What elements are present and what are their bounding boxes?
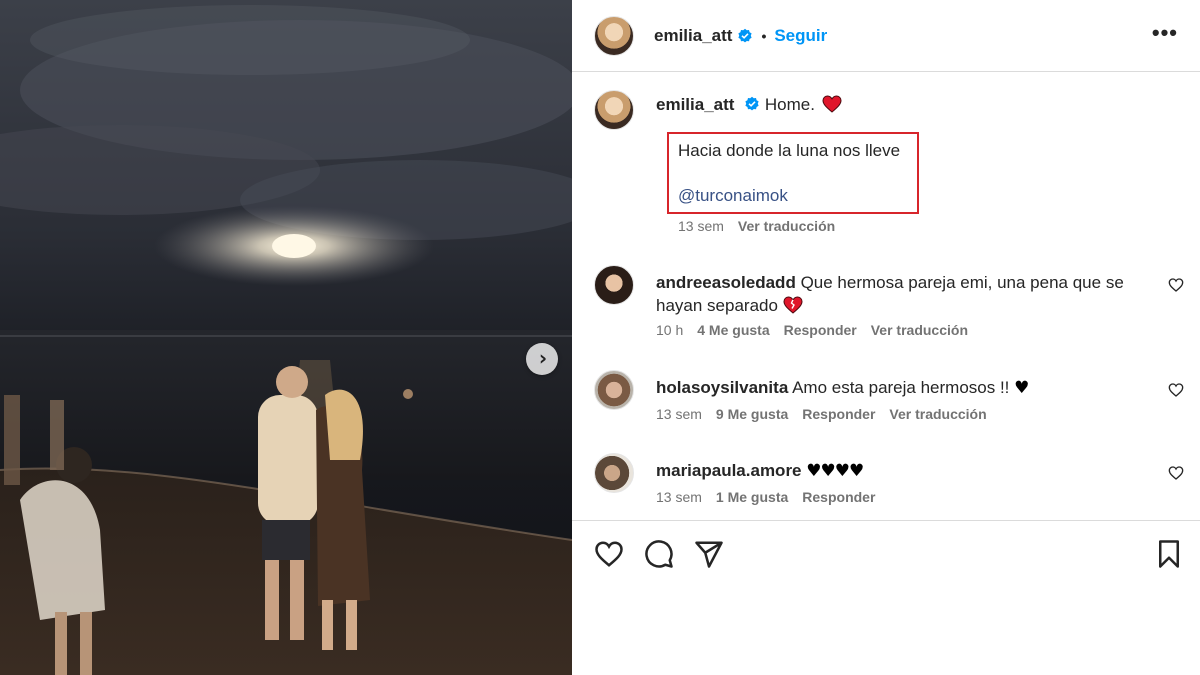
comment-like-icon[interactable]	[1168, 277, 1184, 293]
caption-text: Hacia donde la luna nos lleve	[678, 141, 901, 160]
verified-badge-icon	[745, 96, 759, 111]
comment-likes[interactable]: 9 Me gusta	[716, 406, 788, 422]
caption-author-avatar[interactable]	[594, 90, 634, 130]
post-details-panel: emilia_att • Seguir ••• emilia_att Home.	[572, 0, 1200, 675]
comment-translate-link[interactable]: Ver traducción	[889, 406, 986, 422]
comment-likes[interactable]: 1 Me gusta	[716, 489, 788, 505]
share-icon[interactable]	[694, 539, 724, 569]
comment-icon[interactable]	[644, 539, 674, 569]
post-photo[interactable]: ›	[0, 0, 572, 675]
commenter-avatar[interactable]	[594, 370, 634, 410]
comment-text: andreeasoledadd Que hermosa pareja emi, …	[656, 271, 1156, 317]
beach-night-photo	[0, 0, 572, 675]
commenter-username[interactable]: andreeasoledadd	[656, 273, 796, 292]
commenter-username[interactable]: mariapaula.amore	[656, 461, 802, 480]
caption-title: Home.	[764, 95, 815, 114]
comment-text: holasoysilvanita Amo esta pareja hermoso…	[656, 376, 1156, 400]
post-actions-bar	[594, 539, 1184, 569]
verified-badge-icon	[738, 28, 753, 42]
commenter-avatar[interactable]	[594, 265, 634, 305]
caption-username[interactable]: emilia_att	[656, 95, 734, 114]
caption-time[interactable]: 13 sem	[678, 218, 724, 234]
broken-heart-icon	[783, 296, 803, 314]
reply-button[interactable]: Responder	[802, 406, 875, 422]
comment-translate-link[interactable]: Ver traducción	[871, 322, 968, 338]
comment-like-icon[interactable]	[1168, 465, 1184, 481]
comment-like-icon[interactable]	[1168, 382, 1184, 398]
black-heart-icon: ♥	[1014, 378, 1030, 398]
reply-button[interactable]: Responder	[784, 322, 857, 338]
more-options-icon[interactable]: •••	[1152, 22, 1178, 44]
author-avatar[interactable]	[594, 15, 634, 56]
header-separator: •	[761, 27, 767, 44]
comment-item: mariapaula.amore ♥♥♥♥ 13 sem 1 Me gusta Re…	[594, 453, 1184, 505]
caption-translate-link[interactable]: Ver traducción	[738, 218, 835, 234]
post-header: emilia_att • Seguir •••	[572, 0, 1200, 72]
author-username[interactable]: emilia_att	[654, 26, 732, 46]
follow-button[interactable]: Seguir	[774, 26, 827, 46]
actions-divider	[572, 520, 1200, 521]
commenter-avatar[interactable]	[594, 453, 634, 493]
commenter-username[interactable]: holasoysilvanita	[656, 378, 788, 397]
comment-time[interactable]: 13 sem	[656, 406, 702, 422]
black-heart-icon: ♥♥♥♥	[806, 461, 864, 481]
reply-button[interactable]: Responder	[802, 489, 875, 505]
comment-item: andreeasoledadd Que hermosa pareja emi, …	[594, 265, 1184, 338]
next-arrow-icon: ›	[538, 346, 548, 370]
next-photo-button[interactable]: ›	[526, 343, 558, 375]
comment-body: Amo esta pareja hermosos !!	[792, 378, 1010, 397]
caption-mention-link[interactable]: @turconaimok	[678, 186, 788, 206]
comment-meta: 13 sem 1 Me gusta Responder	[656, 489, 875, 505]
comment-meta: 13 sem 9 Me gusta Responder Ver traducción	[656, 406, 987, 422]
comment-text: mariapaula.amore ♥♥♥♥	[656, 459, 1156, 483]
comment-meta: 10 h 4 Me gusta Responder Ver traducción	[656, 322, 968, 338]
comment-time[interactable]: 10 h	[656, 322, 683, 338]
caption-meta: 13 sem Ver traducción	[678, 218, 835, 234]
comment-item: holasoysilvanita Amo esta pareja hermoso…	[594, 370, 1184, 422]
red-heart-icon	[822, 95, 842, 113]
like-icon[interactable]	[594, 539, 624, 569]
post-caption: emilia_att Home. Hacia donde la luna nos…	[594, 90, 1184, 234]
comment-time[interactable]: 13 sem	[656, 489, 702, 505]
comment-likes[interactable]: 4 Me gusta	[697, 322, 769, 338]
save-icon[interactable]	[1154, 539, 1184, 569]
